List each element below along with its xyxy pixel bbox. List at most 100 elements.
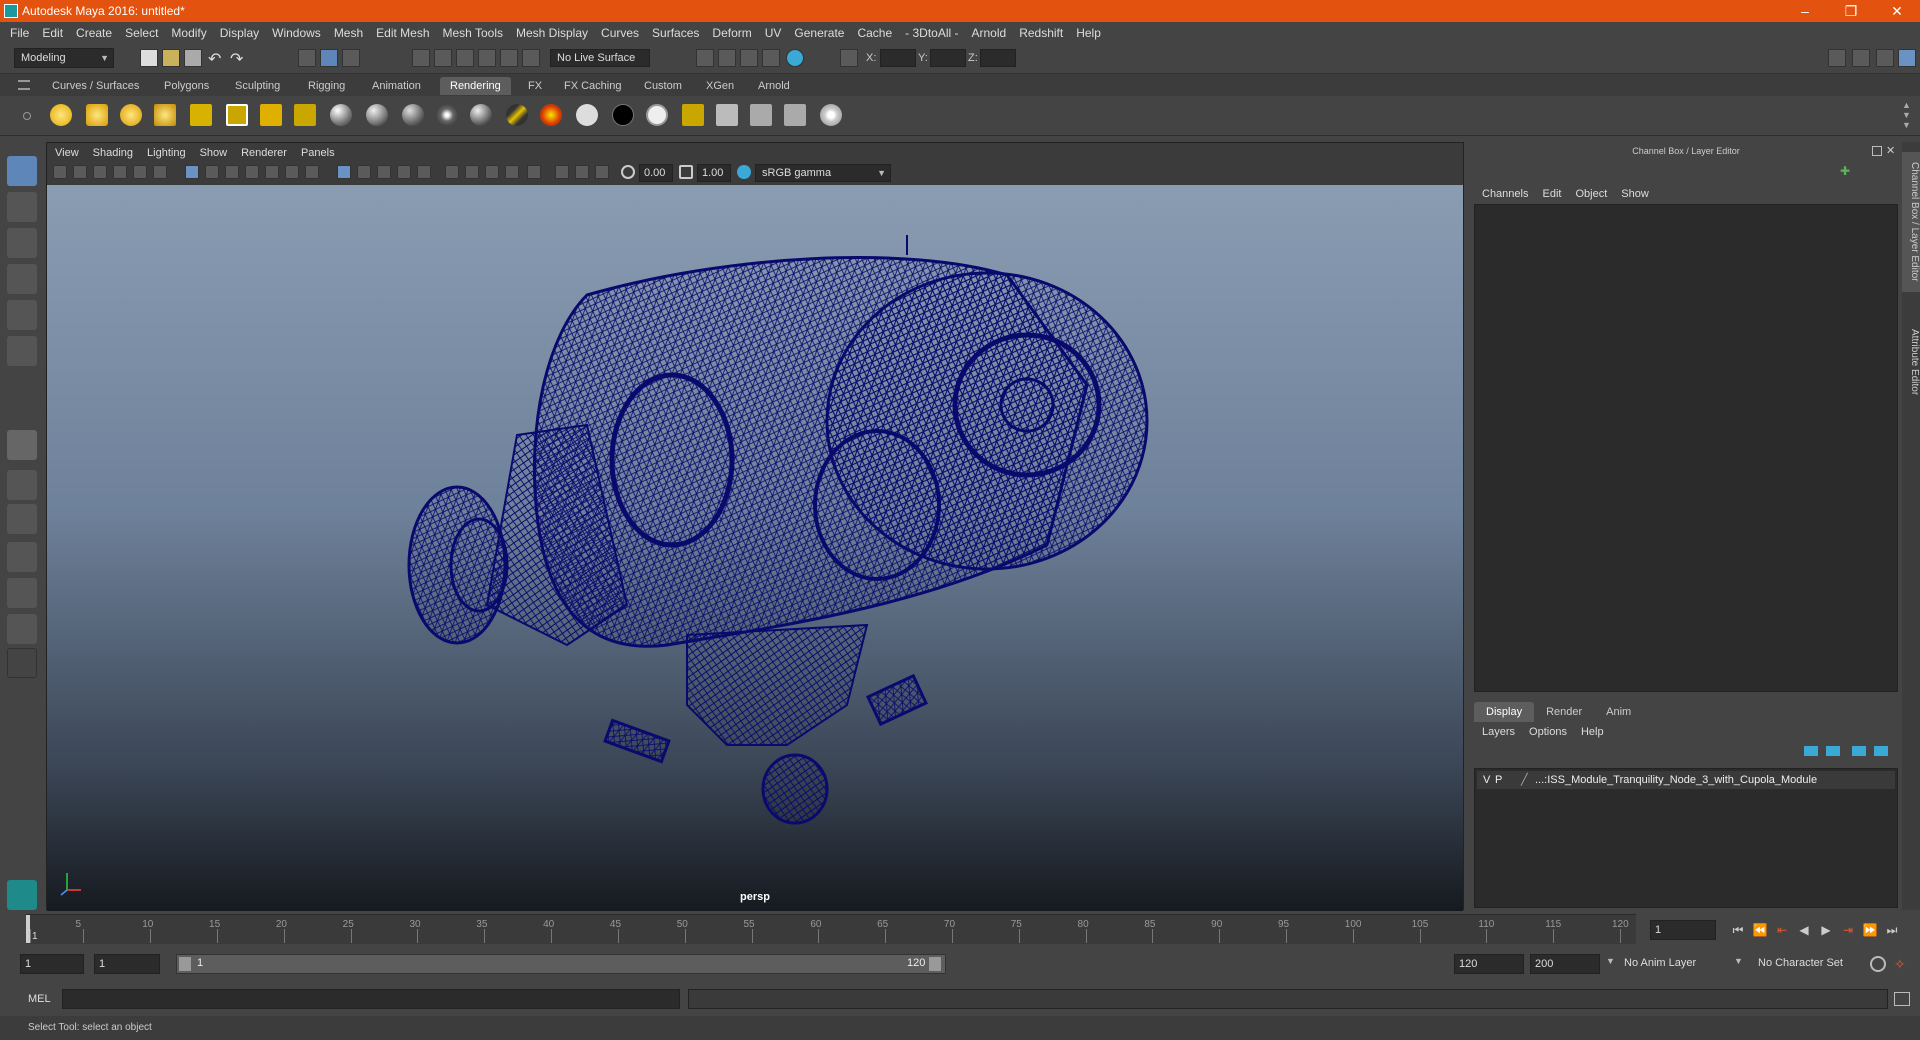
viewport-menu-lighting[interactable]: Lighting: [147, 147, 186, 159]
shelf-tab-polygons[interactable]: Polygons: [154, 77, 219, 95]
layer-tab-anim[interactable]: Anim: [1594, 702, 1643, 722]
menu-windows[interactable]: Windows: [272, 26, 321, 40]
render-current-frame-icon[interactable]: [718, 49, 736, 67]
rotate-tool-icon[interactable]: [7, 300, 37, 330]
channel-box-menu-show[interactable]: Show: [1621, 188, 1649, 200]
wireframe-model[interactable]: [47, 185, 1463, 911]
snap-to-projected-center-icon[interactable]: [522, 49, 540, 67]
close-panel-icon[interactable]: ✕: [1886, 144, 1895, 157]
attribute-editor-toggle-icon[interactable]: [1852, 49, 1870, 67]
save-scene-icon[interactable]: [184, 49, 202, 67]
safe-title-icon[interactable]: [305, 165, 319, 179]
snap-to-grid-icon[interactable]: [412, 49, 430, 67]
custom-layout-icon[interactable]: [7, 648, 37, 678]
step-forward-frame-icon[interactable]: ⏩: [1862, 922, 1878, 938]
viewport-scene[interactable]: persp: [47, 185, 1463, 911]
menu-surfaces[interactable]: Surfaces: [652, 26, 699, 40]
spot-light-icon[interactable]: [154, 104, 176, 126]
motion-blur-icon[interactable]: [485, 165, 499, 179]
layer-menu-layers[interactable]: Layers: [1482, 726, 1515, 738]
layer-menu-options[interactable]: Options: [1529, 726, 1567, 738]
smooth-shade-icon[interactable]: [357, 165, 371, 179]
volume-light-icon[interactable]: [226, 104, 248, 126]
play-backwards-icon[interactable]: ◀: [1796, 922, 1812, 938]
side-tab-channel-box[interactable]: Channel Box / Layer Editor: [1902, 152, 1920, 292]
scale-tool-icon[interactable]: [7, 336, 37, 366]
gamma-field[interactable]: 1.00: [697, 164, 731, 182]
anti-aliasing-icon[interactable]: [505, 165, 519, 179]
render-view-icon[interactable]: [696, 49, 714, 67]
shelf-tab-arnold[interactable]: Arnold: [748, 77, 800, 95]
layer-visibility-toggle[interactable]: V: [1483, 771, 1490, 789]
redo-icon[interactable]: ↷: [230, 49, 248, 68]
menu-mesh-tools[interactable]: Mesh Tools: [443, 26, 503, 40]
time-ruler[interactable]: 1 5 10 15 20 25 30 35 40 45 50 55 60 65 70 75 80 85 90 95 10…: [26, 914, 1636, 944]
ambient-occlusion-icon[interactable]: [465, 165, 479, 179]
lambert-material-icon[interactable]: [366, 104, 388, 126]
menu-create[interactable]: Create: [76, 26, 112, 40]
live-surface-field[interactable]: No Live Surface: [550, 49, 650, 67]
four-view-layout-icon[interactable]: [7, 470, 37, 500]
animation-preferences-icon[interactable]: ✧: [1894, 956, 1910, 972]
gamma-icon[interactable]: [679, 165, 693, 179]
viewport-menu-shading[interactable]: Shading: [93, 147, 133, 159]
current-frame-field[interactable]: 1: [1650, 920, 1716, 940]
z-field[interactable]: [980, 49, 1016, 67]
shelf-scroll-icon[interactable]: ▲ ▼ ▼: [1902, 100, 1911, 130]
viewport-menu-renderer[interactable]: Renderer: [241, 147, 287, 159]
menu-select[interactable]: Select: [125, 26, 158, 40]
channel-box-menu-object[interactable]: Object: [1575, 188, 1607, 200]
light-editor-icon[interactable]: [294, 104, 316, 126]
character-set-field[interactable]: No Character Set: [1754, 954, 1866, 974]
range-slider-end-handle[interactable]: [929, 957, 941, 971]
render-settings-shelf-icon[interactable]: [820, 104, 842, 126]
grid-toggle-icon[interactable]: [185, 165, 199, 179]
step-back-frame-icon[interactable]: ⏪: [1752, 922, 1768, 938]
menu-file[interactable]: File: [10, 26, 29, 40]
use-background-icon[interactable]: [612, 104, 634, 126]
surface-shader-icon[interactable]: [576, 104, 598, 126]
shadows-icon[interactable]: [445, 165, 459, 179]
x-field[interactable]: [880, 49, 916, 67]
snap-to-view-plane-icon[interactable]: [478, 49, 496, 67]
side-tab-attribute-editor[interactable]: Attribute Editor: [1902, 312, 1920, 412]
anisotropic-material-icon[interactable]: [470, 104, 492, 126]
xray-icon[interactable]: [397, 165, 411, 179]
new-layer-icon[interactable]: [1852, 746, 1866, 756]
persp-hypershade-layout-icon[interactable]: [7, 578, 37, 608]
playback-end-field[interactable]: 120: [1454, 954, 1524, 974]
command-language-label[interactable]: MEL: [28, 993, 51, 1005]
shelf-tab-custom[interactable]: Custom: [634, 77, 692, 95]
select-by-component-icon[interactable]: [342, 49, 360, 67]
float-panel-icon[interactable]: [1872, 146, 1882, 156]
start-time-field[interactable]: 1: [20, 954, 84, 974]
minimize-button[interactable]: –: [1782, 0, 1828, 22]
menu-mesh[interactable]: Mesh: [334, 26, 363, 40]
shelf-tab-xgen[interactable]: XGen: [696, 77, 744, 95]
iss-module-wireframe[interactable]: [407, 235, 1149, 825]
menu-generate[interactable]: Generate: [794, 26, 844, 40]
range-slider[interactable]: 1 120: [176, 954, 946, 974]
2d-pan-zoom-icon[interactable]: [133, 165, 147, 179]
ipr-shelf-icon[interactable]: [784, 104, 806, 126]
menu-uv[interactable]: UV: [765, 26, 782, 40]
script-editor-icon[interactable]: [1894, 992, 1910, 1006]
layer-name[interactable]: ...:ISS_Module_Tranquility_Node_3_with_C…: [1535, 771, 1817, 789]
ramp-shader-icon[interactable]: [506, 104, 528, 126]
render-frame-shelf-icon[interactable]: [750, 104, 772, 126]
anim-layer-field[interactable]: No Anim Layer: [1620, 954, 1732, 974]
layer-menu-help[interactable]: Help: [1581, 726, 1604, 738]
step-forward-key-icon[interactable]: ⇥: [1840, 922, 1856, 938]
layer-color-swatch[interactable]: ╱: [1521, 771, 1528, 789]
shelf-tab-sculpting[interactable]: Sculpting: [225, 77, 290, 95]
menu-modify[interactable]: Modify: [171, 26, 206, 40]
auto-key-icon[interactable]: [1870, 956, 1886, 972]
move-tool-icon[interactable]: [7, 264, 37, 294]
blinn-material-icon[interactable]: [330, 104, 352, 126]
channel-box-menu-channels[interactable]: Channels: [1482, 188, 1528, 200]
channel-box-body[interactable]: [1474, 204, 1898, 692]
color-space-select[interactable]: sRGB gamma ▼: [755, 164, 891, 182]
modeling-toolkit-icon[interactable]: [1828, 49, 1846, 67]
shading-map-icon[interactable]: [646, 104, 668, 126]
render-settings-icon[interactable]: [762, 49, 780, 67]
